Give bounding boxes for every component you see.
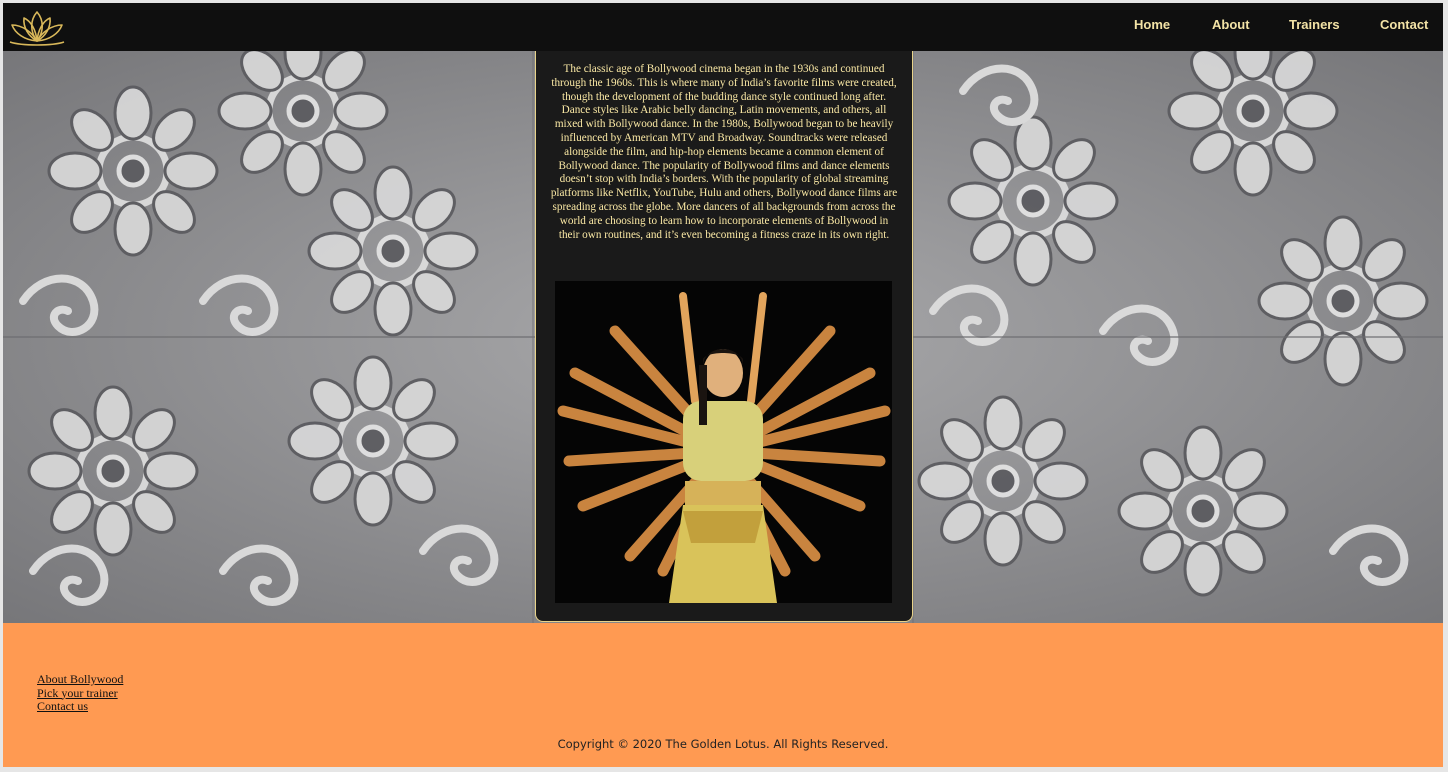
- bollywood-history-text: The classic age of Bollywood cinema bega…: [550, 63, 898, 241]
- nav-about-link[interactable]: About: [1212, 17, 1250, 32]
- content-panel: The classic age of Bollywood cinema bega…: [535, 49, 913, 622]
- nav-home-link[interactable]: Home: [1134, 17, 1170, 32]
- lotus-icon[interactable]: [6, 6, 68, 48]
- footer-link-pick-trainer[interactable]: Pick your trainer: [37, 686, 123, 701]
- footer-link-contact-us[interactable]: Contact us: [37, 700, 123, 714]
- nav-contact-link[interactable]: Contact: [1380, 17, 1428, 32]
- footer-link-about-bollywood[interactable]: About Bollywood: [37, 672, 123, 687]
- footer-links: About Bollywood Pick your trainer Contac…: [37, 672, 123, 714]
- nav-trainers-link[interactable]: Trainers: [1289, 17, 1340, 32]
- dancer-image: [555, 281, 892, 603]
- copyright-text: Copyright © 2020 The Golden Lotus. All R…: [557, 737, 889, 751]
- footer: About Bollywood Pick your trainer Contac…: [3, 623, 1443, 767]
- navbar: Home About Trainers Contact: [3, 3, 1443, 51]
- browser-viewport: Home About Trainers Contact The classic …: [3, 3, 1443, 767]
